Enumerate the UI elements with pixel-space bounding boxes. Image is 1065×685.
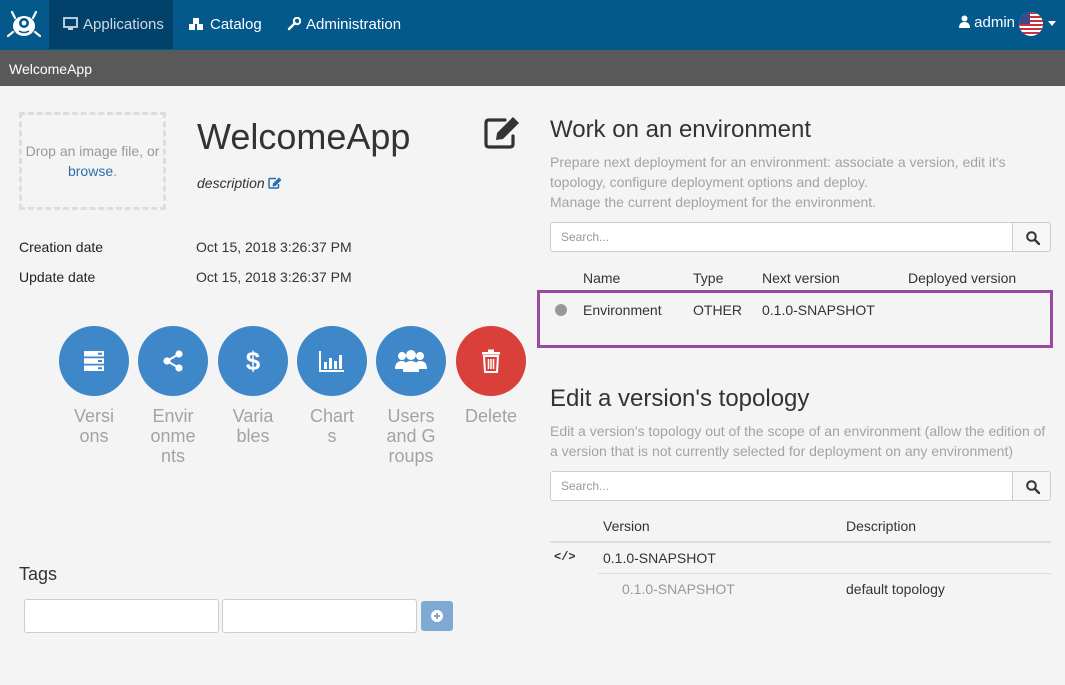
top-navbar: Applications Catalog Administration admi… — [0, 0, 1065, 50]
server-icon — [84, 351, 104, 371]
nav-applications-label: Applications — [83, 16, 164, 33]
description[interactable]: description — [197, 175, 282, 191]
topology-section-title: Edit a version's topology — [550, 385, 810, 412]
desktop-icon — [63, 17, 78, 30]
nav-administration-label: Administration — [306, 16, 402, 33]
creation-date-value: Oct 15, 2018 3:26:37 PM — [196, 239, 352, 255]
share-icon — [163, 350, 183, 372]
nav-catalog[interactable]: Catalog — [174, 0, 276, 49]
nav-catalog-label: Catalog — [210, 16, 262, 33]
topology-search-input[interactable] — [550, 471, 1013, 501]
topo-col-description: Description — [846, 518, 917, 534]
environments-section-title: Work on an environment — [550, 116, 812, 143]
env-col-deployed-version: Deployed version — [908, 270, 1017, 286]
dropzone-suffix: . — [113, 163, 118, 179]
description-text: description — [197, 175, 265, 191]
chevron-down-icon[interactable] — [1048, 21, 1056, 26]
environment-next-version: 0.1.0-SNAPSHOT — [762, 302, 875, 318]
users-groups-circle[interactable] — [376, 326, 446, 396]
trash-icon — [482, 349, 500, 373]
environment-name[interactable]: Environment — [583, 302, 662, 318]
variables-circle[interactable]: $ — [218, 326, 288, 396]
user-name: admin — [974, 14, 1016, 31]
topology-row-description: default topology — [846, 581, 945, 597]
environments-circle[interactable] — [138, 326, 208, 396]
users-icon — [395, 350, 427, 372]
environments-desc-line1: Prepare next deployment for an environme… — [550, 154, 1006, 190]
topology-row-version[interactable]: 0.1.0-SNAPSHOT — [622, 581, 735, 597]
add-tag-button[interactable] — [421, 601, 453, 631]
environment-search — [550, 222, 1051, 252]
dropzone-text: Drop an image file, or — [25, 143, 160, 159]
tag-key-input[interactable] — [24, 599, 219, 633]
environments-button[interactable]: Environments — [137, 326, 209, 466]
page-title: WelcomeApp — [197, 116, 411, 157]
environments-label: Environments — [150, 406, 196, 466]
topology-search-button[interactable] — [1012, 471, 1051, 501]
versions-label: Versions — [73, 406, 115, 446]
user-icon — [959, 15, 970, 28]
update-date-label: Update date — [19, 269, 96, 285]
tag-value-input[interactable] — [222, 599, 417, 633]
us-flag-icon[interactable] — [1019, 12, 1043, 36]
users-groups-label: Users and Groups — [386, 406, 436, 466]
env-col-next-version: Next version — [762, 270, 840, 286]
charts-circle[interactable] — [297, 326, 367, 396]
delete-label: Delete — [464, 406, 518, 426]
edit-description-icon[interactable] — [267, 177, 282, 189]
bar-chart-icon — [319, 351, 344, 372]
versions-circle[interactable] — [59, 326, 129, 396]
environment-type: OTHER — [693, 302, 742, 318]
charts-label: Charts — [309, 406, 354, 446]
topology-group-label[interactable]: 0.1.0-SNAPSHOT — [603, 550, 716, 566]
tags-title: Tags — [19, 564, 58, 584]
code-icon[interactable]: </> — [554, 550, 576, 564]
alien4cloud-logo-icon[interactable] — [6, 6, 42, 42]
environments-section-desc: Prepare next deployment for an environme… — [550, 152, 1050, 212]
cubes-icon — [189, 18, 203, 30]
wrench-icon — [287, 16, 302, 31]
plus-circle-icon — [431, 610, 443, 622]
topo-col-version: Version — [603, 518, 650, 534]
search-icon — [1026, 480, 1040, 494]
image-dropzone[interactable]: Drop an image file, or browse. — [19, 112, 166, 210]
update-date-value: Oct 15, 2018 3:26:37 PM — [196, 269, 352, 285]
delete-circle[interactable] — [456, 326, 526, 396]
breadcrumb: WelcomeApp — [0, 50, 1065, 86]
svg-text:$: $ — [246, 347, 261, 375]
users-groups-button[interactable]: Users and Groups — [375, 326, 447, 466]
topology-section-desc: Edit a version's topology out of the sco… — [550, 423, 1046, 459]
browse-link[interactable]: browse — [68, 163, 113, 179]
environment-status-dot — [555, 304, 567, 316]
topology-search — [550, 471, 1051, 501]
charts-button[interactable]: Charts — [296, 326, 368, 446]
topology-header-rule — [550, 541, 1051, 543]
edit-icon[interactable] — [483, 116, 521, 150]
creation-date-label: Creation date — [19, 239, 104, 255]
nav-administration[interactable]: Administration — [273, 0, 415, 49]
environments-desc-line2: Manage the current deployment for the en… — [550, 194, 877, 210]
delete-button[interactable]: Delete — [455, 326, 527, 426]
nav-applications[interactable]: Applications — [49, 0, 173, 49]
variables-button[interactable]: $ Variables — [217, 326, 289, 446]
dollar-icon: $ — [246, 347, 261, 375]
env-col-type: Type — [693, 270, 724, 286]
environment-row-highlight[interactable] — [537, 290, 1053, 348]
environment-search-input[interactable] — [550, 222, 1013, 252]
env-col-name: Name — [583, 270, 621, 286]
topology-group-rule — [598, 573, 1051, 574]
variables-label: Variables — [232, 406, 274, 446]
user-menu[interactable]: admin — [959, 0, 1015, 49]
breadcrumb-app[interactable]: WelcomeApp — [9, 61, 92, 77]
search-icon — [1026, 231, 1040, 245]
environment-search-button[interactable] — [1012, 222, 1051, 252]
versions-button[interactable]: Versions — [58, 326, 130, 446]
